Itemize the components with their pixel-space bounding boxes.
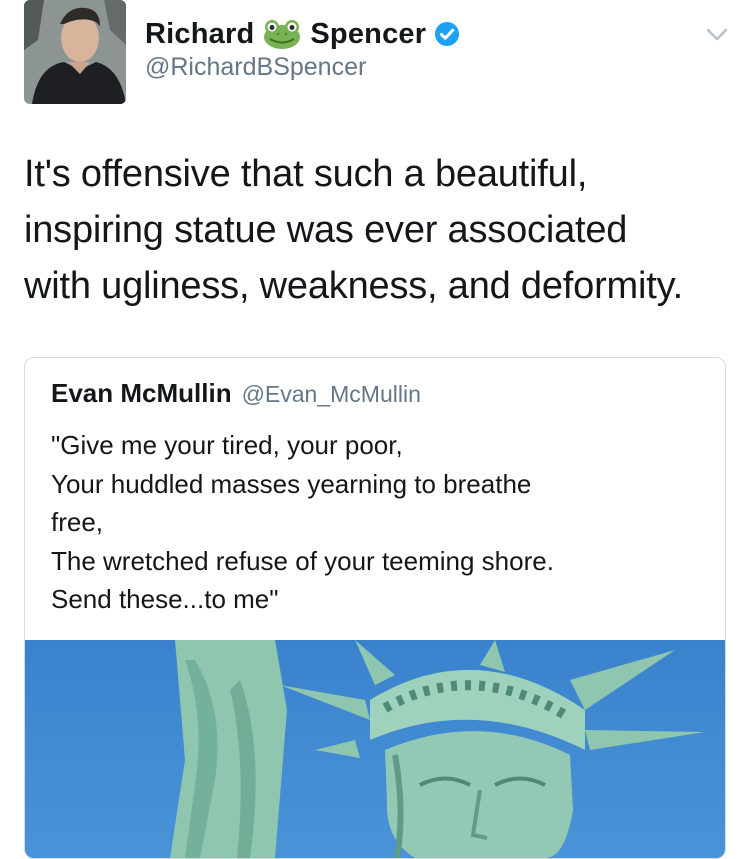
author-handle[interactable]: @RichardBSpencer xyxy=(145,53,366,82)
author-name-row[interactable]: Richard Spencer xyxy=(145,14,460,54)
author-first-name[interactable]: Richard xyxy=(145,18,254,51)
author-last-name[interactable]: Spencer xyxy=(310,18,426,51)
tweet-text-line: with ugliness, weakness, and deformity. xyxy=(24,265,683,307)
quoted-tweet-header: Evan McMullin @Evan_McMullin xyxy=(51,378,421,409)
quoted-author-name: Evan McMullin xyxy=(51,378,232,408)
verified-badge-icon xyxy=(434,21,460,47)
quoted-text-line: "Give me your tired, your poor, xyxy=(51,430,403,460)
tweet-text-line: It's offensive that such a beautiful, xyxy=(24,153,588,195)
quoted-tweet-card[interactable]: Evan McMullin @Evan_McMullin "Give me yo… xyxy=(24,357,726,859)
tweet-text: It's offensive that such a beautiful, in… xyxy=(24,146,736,314)
chevron-down-icon[interactable] xyxy=(703,24,731,46)
quoted-text-line: Send these...to me" xyxy=(51,584,279,614)
quoted-text-line: free, xyxy=(51,507,104,537)
statue-of-liberty-photo[interactable] xyxy=(25,640,725,858)
quoted-tweet-text: "Give me your tired, your poor, Your hud… xyxy=(51,426,711,619)
tweet-text-line: inspiring statue was ever associated xyxy=(24,209,628,251)
quoted-text-line: Your huddled masses yearning to breathe xyxy=(51,468,532,499)
frog-face-icon xyxy=(262,18,302,50)
quoted-text-line: The wretched refuse of your teeming shor… xyxy=(51,545,554,576)
quoted-author-handle: @Evan_McMullin xyxy=(241,381,421,407)
avatar[interactable] xyxy=(24,0,126,104)
